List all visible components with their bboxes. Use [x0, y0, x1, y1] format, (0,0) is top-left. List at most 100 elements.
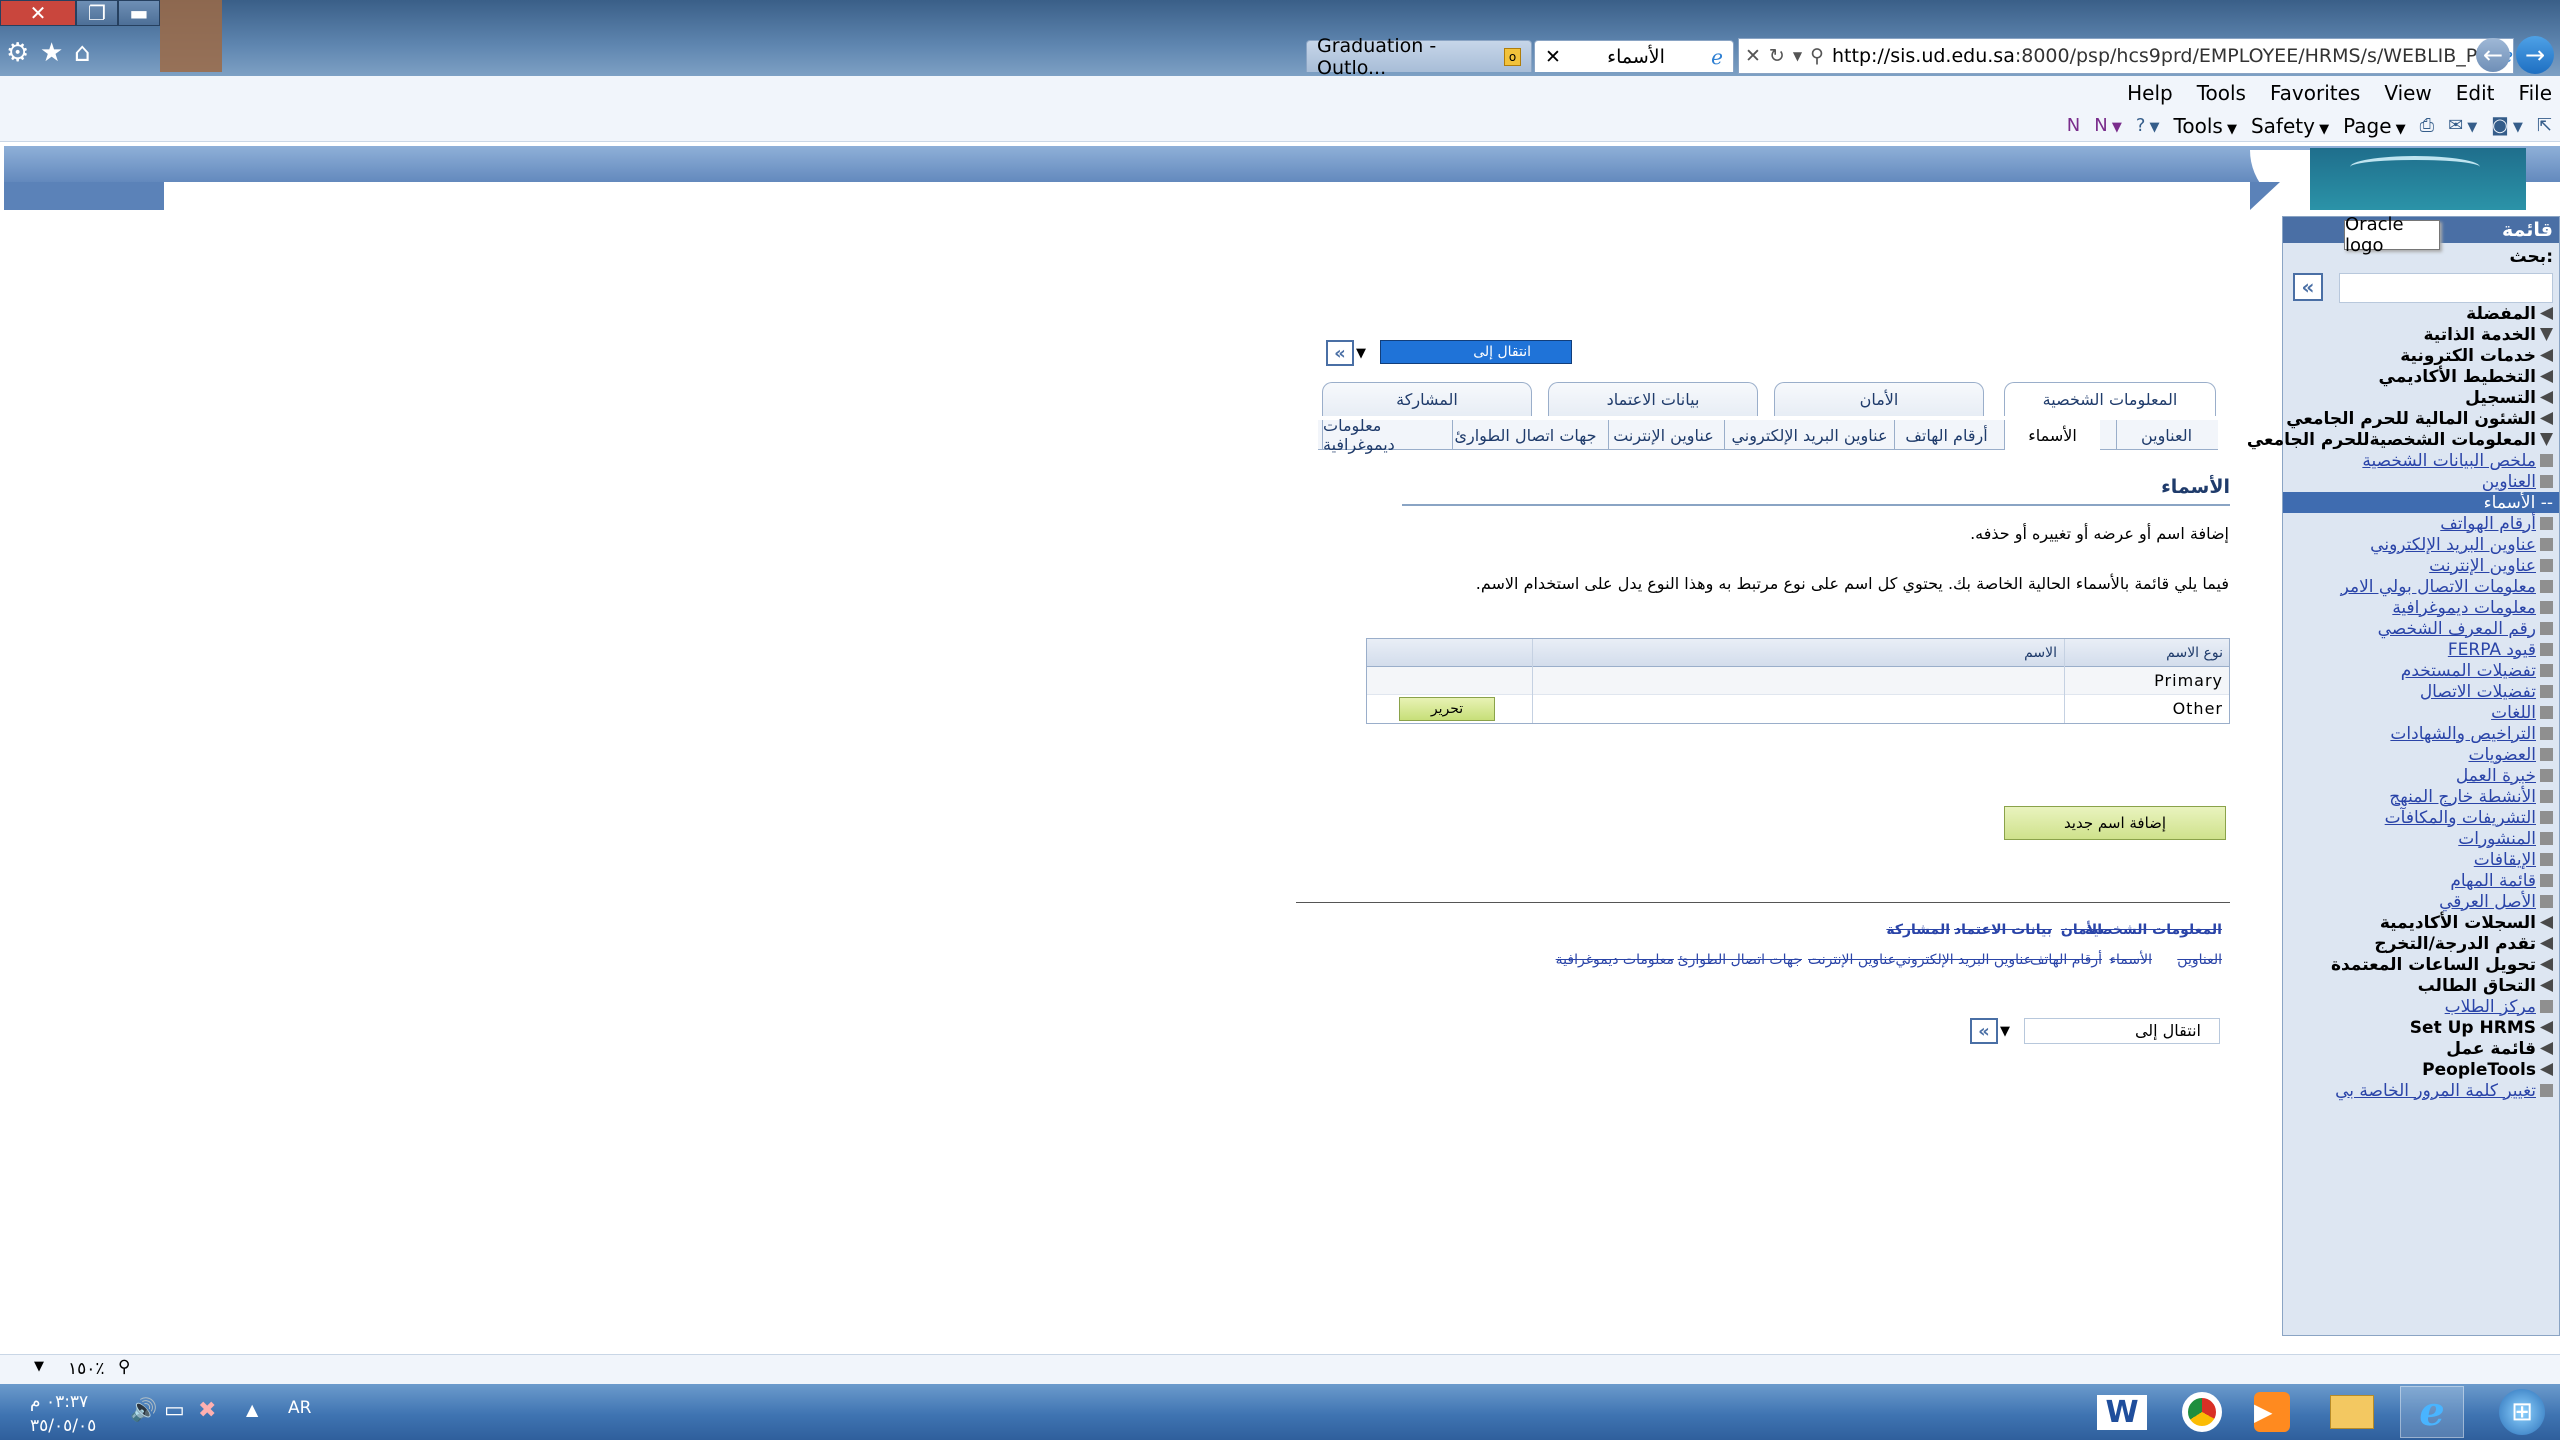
- sidebar-item[interactable]: تحويل الساعات المعتمدة: [2331, 954, 2553, 975]
- network-icon[interactable]: ✖: [198, 1398, 216, 1423]
- sidebar-item[interactable]: المعلومات الشخصيةللحرم الجامعي: [2247, 429, 2553, 450]
- footer-link-personal-info[interactable]: المعلومات الشخصية: [2085, 922, 2222, 938]
- sidebar-item[interactable]: قائمة المهام: [2450, 870, 2553, 891]
- jump-go-button[interactable]: «: [1326, 340, 1354, 366]
- sidebar-item[interactable]: الشئون المالية للحرم الجامعي: [2286, 408, 2553, 429]
- footer-link-demographics[interactable]: معلومات ديموغرافية: [1556, 952, 1674, 968]
- sidebar-item[interactable]: خبرة العمل: [2456, 765, 2553, 786]
- media-player-icon[interactable]: ▶: [2240, 1386, 2304, 1438]
- subtab-addresses[interactable]: العناوين: [2116, 420, 2216, 450]
- sidebar-item[interactable]: رقم المعرف الشخصي: [2378, 618, 2553, 639]
- add-new-name-button[interactable]: إضافة اسم جديد: [2004, 806, 2226, 840]
- tab-outlook[interactable]: Graduation - Outlo... o: [1306, 35, 1532, 79]
- tab-names[interactable]: ✕ الأسماء ℯ: [1534, 40, 1734, 72]
- footer-link-security[interactable]: الأمان: [2061, 922, 2102, 938]
- sidebar-item[interactable]: معلومات الاتصال بولي الامر: [2341, 576, 2553, 597]
- sidebar-item[interactable]: PeopleTools: [2422, 1059, 2553, 1080]
- tab-personal-info[interactable]: المعلومات الشخصية: [2004, 382, 2216, 416]
- sidebar-item[interactable]: تفضيلات المستخدم: [2401, 660, 2553, 681]
- sidebar-item[interactable]: الإيقافات: [2474, 849, 2553, 870]
- sidebar-item[interactable]: العضويات: [2468, 744, 2553, 765]
- safety-menu[interactable]: Safety: [2251, 114, 2329, 138]
- sidebar-item[interactable]: اللغات: [2491, 702, 2553, 723]
- clock-time[interactable]: ٠٣:٣٧ م: [30, 1392, 88, 1412]
- sidebar-item[interactable]: معلومات ديموغرافية: [2392, 597, 2553, 618]
- sidebar-item[interactable]: تقدم الدرجة/التخرج: [2374, 933, 2553, 954]
- sidebar-item[interactable]: السجلات الأكاديمية: [2380, 912, 2553, 933]
- menu-edit[interactable]: Edit: [2456, 81, 2495, 105]
- subtab-names[interactable]: الأسماء: [2004, 420, 2100, 450]
- stop-icon[interactable]: ✕: [1745, 45, 1761, 67]
- favorites-star-icon[interactable]: ★: [40, 38, 63, 68]
- language-indicator[interactable]: AR: [288, 1398, 311, 1418]
- page-menu[interactable]: Page: [2343, 114, 2406, 138]
- refresh-icon[interactable]: ↻: [1769, 45, 1785, 67]
- sidebar-item[interactable]: عناوين الإنترنت: [2429, 555, 2553, 576]
- show-hidden-icons[interactable]: ▲: [246, 1400, 258, 1419]
- subtab-internet-addresses[interactable]: عناوين الإنترنت: [1608, 420, 1718, 450]
- back-button[interactable]: ←: [2476, 38, 2510, 72]
- forward-button[interactable]: →: [2516, 36, 2554, 74]
- menu-help[interactable]: Help: [2127, 81, 2173, 105]
- footer-link-emergency-contacts[interactable]: جهات اتصال الطوارئ: [1678, 952, 1802, 968]
- onenote-icon[interactable]: N: [2094, 115, 2122, 136]
- sidebar-item[interactable]: قائمة عمل: [2446, 1038, 2553, 1059]
- sidebar-item[interactable]: التشريفات والمكافآت: [2385, 807, 2553, 828]
- sidebar-item[interactable]: التراخيص والشهادات: [2390, 723, 2553, 744]
- minimize-window-button[interactable]: ▬: [118, 0, 160, 26]
- sidebar-item[interactable]: العناوين: [2482, 471, 2553, 492]
- sidebar-item[interactable]: تفضيلات الاتصال: [2420, 681, 2553, 702]
- menu-view[interactable]: View: [2384, 81, 2431, 105]
- close-tab-icon[interactable]: ✕: [1545, 46, 1561, 68]
- internet-explorer-icon[interactable]: ℯ: [2400, 1386, 2464, 1438]
- menu-favorites[interactable]: Favorites: [2270, 81, 2360, 105]
- subtab-email-addresses[interactable]: عناوين البريد الإلكتروني: [1724, 420, 1894, 450]
- zoom-level[interactable]: ١٥٠٪: [68, 1359, 105, 1379]
- restore-window-button[interactable]: ❐: [76, 0, 118, 26]
- help-icon[interactable]: ?: [2136, 115, 2160, 136]
- sidebar-item[interactable]: التحاق الطالب: [2418, 975, 2553, 996]
- close-window-button[interactable]: ✕: [0, 0, 76, 26]
- sidebar-item[interactable]: خدمات الكترونية: [2400, 345, 2553, 366]
- mail-icon[interactable]: ✉: [2448, 115, 2477, 136]
- sidebar-item[interactable]: -- الأسماء: [2283, 492, 2559, 513]
- sidebar-item[interactable]: الأنشطة خارج المنهج: [2389, 786, 2553, 807]
- chevron-down-icon[interactable]: ▼: [1356, 346, 1366, 361]
- home-icon[interactable]: ⌂: [74, 38, 91, 68]
- menu-search-input[interactable]: [2339, 273, 2553, 303]
- footer-link-names[interactable]: الأسماء: [2109, 952, 2152, 968]
- search-icon[interactable]: ⚲: [1810, 45, 1824, 67]
- tab-participation[interactable]: المشاركة: [1322, 382, 1532, 416]
- sidebar-item[interactable]: Set Up HRMS: [2410, 1017, 2553, 1038]
- menu-tools[interactable]: Tools: [2197, 81, 2246, 105]
- footer-link-email-addresses[interactable]: عناوين البريد الإلكتروني: [1895, 952, 2032, 968]
- edit-button[interactable]: تحرير: [1399, 697, 1495, 721]
- address-bar[interactable]: ✕ ↻ ▼ ⚲ http://sis.ud.edu.sa:8000/psp/hc…: [1738, 38, 2514, 74]
- sidebar-item[interactable]: المنشورات: [2458, 828, 2553, 849]
- tools-menu[interactable]: Tools: [2174, 114, 2237, 138]
- sidebar-item[interactable]: المفضلة: [2466, 303, 2553, 324]
- gear-icon[interactable]: ⚙: [6, 38, 29, 68]
- sidebar-item[interactable]: الأصل العرقي: [2439, 891, 2553, 912]
- sidebar-item[interactable]: أرقام الهواتف: [2440, 513, 2553, 534]
- subtab-emergency-contacts[interactable]: جهات اتصال الطوارئ: [1452, 420, 1598, 450]
- chevron-down-icon[interactable]: ▼: [34, 1359, 44, 1374]
- sidebar-item[interactable]: الخدمة الذاتية: [2423, 324, 2553, 345]
- onenote-send-icon[interactable]: N: [2067, 115, 2080, 136]
- feeds-icon[interactable]: ◙: [2491, 115, 2523, 136]
- sidebar-item[interactable]: عناوين البريد الإلكتروني: [2370, 534, 2553, 555]
- subtab-demographics[interactable]: معلومات ديموغرافية: [1322, 416, 1450, 454]
- word-icon[interactable]: W: [2090, 1386, 2154, 1438]
- sidebar-item[interactable]: مركز الطلاب: [2445, 996, 2553, 1017]
- jump-to-select[interactable]: انتقال إلى: [1380, 340, 1572, 364]
- footer-link-phone-numbers[interactable]: أرقام الهاتف: [2030, 952, 2102, 968]
- footer-link-credentials[interactable]: بيانات الاعتماد: [1954, 922, 2052, 938]
- menu-file[interactable]: File: [2519, 81, 2552, 105]
- file-explorer-icon[interactable]: [2320, 1386, 2384, 1438]
- sidebar-item[interactable]: تغيير كلمة المرور الخاصة بي: [2335, 1080, 2553, 1101]
- search-go-button[interactable]: «: [2293, 273, 2323, 301]
- display-icon[interactable]: ▭: [164, 1398, 185, 1423]
- sidebar-item[interactable]: التخطيط الأكاديمي: [2379, 366, 2553, 387]
- jump-to-select[interactable]: انتقال إلى: [2024, 1018, 2220, 1044]
- subtab-phone-numbers[interactable]: أرقام الهاتف: [1894, 420, 1998, 450]
